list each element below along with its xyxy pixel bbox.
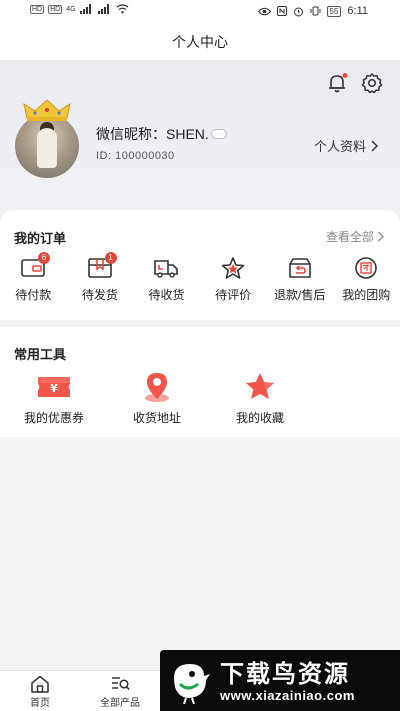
page-header: 个人中心 [0,24,400,60]
star-review-icon [221,257,245,279]
bell-icon[interactable] [326,72,348,94]
nickname: 微信昵称：SHEN. [96,124,227,144]
order-refund-aftersale[interactable]: 退款/售后 [266,256,333,303]
watermark-title: 下载鸟资源 [220,661,350,688]
tools-title: 常用工具 [14,347,67,362]
order-label: 待收货 [148,288,185,302]
tool-label: 我的优惠券 [23,411,84,425]
tab-all-products[interactable]: 全部产品 [90,675,150,709]
order-pending-review[interactable]: 待评价 [200,256,267,303]
avatar-with-crown[interactable] [12,98,82,178]
battery-level: 55 [326,5,342,17]
refund-box-icon [288,258,311,278]
order-group-buy[interactable]: 我的团购 [333,256,400,303]
order-pending-shipment[interactable]: 1 待发货 [67,252,134,303]
nickname-text: 微信昵称：SHEN. [96,126,209,142]
watermark-url: www.xiazainiao.com [220,688,355,703]
home-icon [31,675,49,693]
signal-icon [79,4,91,14]
tab-home[interactable]: 首页 [10,675,70,709]
category-search-icon [112,677,130,690]
nfc-icon [276,6,287,16]
clock: 6:11 [347,5,368,17]
order-label: 待评价 [215,288,252,302]
tab-label: 首页 [30,698,50,709]
status-bar: HD HD 4G 55 6:11 [0,0,400,24]
coupon-icon: ¥ [38,377,70,397]
tool-label: 我的收藏 [235,411,284,425]
profile-section: 微信昵称：SHEN. ID: 100000030 个人资料 [0,60,400,220]
tools-list: ¥ 我的优惠券 收货地址 我的收藏 [0,371,309,426]
orders-card: 我的订单 查看全部 6 待付款 1 待发货 待收货 待评价 退款/售后 我的团购 [0,210,400,320]
order-pending-payment[interactable]: 6 待付款 [0,252,67,303]
order-label: 待发货 [81,288,118,302]
gear-icon[interactable] [361,72,383,94]
user-id: ID: 100000030 [96,150,175,162]
eye-icon [257,7,271,15]
tools-card: 常用工具 ¥ 我的优惠券 收货地址 我的收藏 [0,327,400,437]
sim1-badge: HD [30,4,45,14]
order-label: 退款/售后 [274,288,326,302]
tool-favorites[interactable]: 我的收藏 [211,371,309,426]
nickname-emoji [210,129,227,139]
signal-icon [97,4,109,14]
group-buy-icon [355,257,378,279]
chevron-right-icon [371,139,378,152]
order-badge: 1 [104,252,117,264]
notification-dot [342,73,348,78]
page-title: 个人中心 [172,34,228,50]
alarm-icon [293,7,303,16]
view-all-label: 查看全部 [325,230,374,244]
truck-icon [154,260,179,278]
profile-link-label: 个人资料 [313,139,366,154]
favorite-star-icon [246,373,274,399]
order-status-list: 6 待付款 1 待发货 待收货 待评价 退款/售后 我的团购 [0,252,400,303]
tab-label: 全部产品 [100,698,140,709]
chevron-right-icon [378,231,384,242]
order-label: 我的团购 [342,288,391,302]
orders-title: 我的订单 [14,231,67,246]
order-label: 待付款 [15,288,52,302]
network-type: 4G [66,5,76,13]
tool-label: 收货地址 [132,411,181,425]
tool-address[interactable]: 收货地址 [108,371,206,426]
vibrate-icon [310,6,320,16]
wifi-icon [116,4,128,14]
view-all-orders-link[interactable]: 查看全部 [326,228,384,245]
profile-details-link[interactable]: 个人资料 [314,136,378,155]
order-pending-receipt[interactable]: 待收货 [133,256,200,303]
avatar [15,114,79,178]
watermark-banner: 下载鸟资源 www.xiazainiao.com [160,650,400,711]
location-pin-icon [145,373,169,402]
crown-icon [23,99,71,121]
sim2-badge: HD [48,4,63,14]
tool-coupons[interactable]: ¥ 我的优惠券 [5,371,103,426]
signal-indicators: HD HD 4G [30,4,129,14]
bird-logo-icon [174,664,210,704]
system-indicators: 55 6:11 [257,5,368,17]
svg-text:¥: ¥ [50,382,58,395]
order-badge: 6 [38,252,50,264]
